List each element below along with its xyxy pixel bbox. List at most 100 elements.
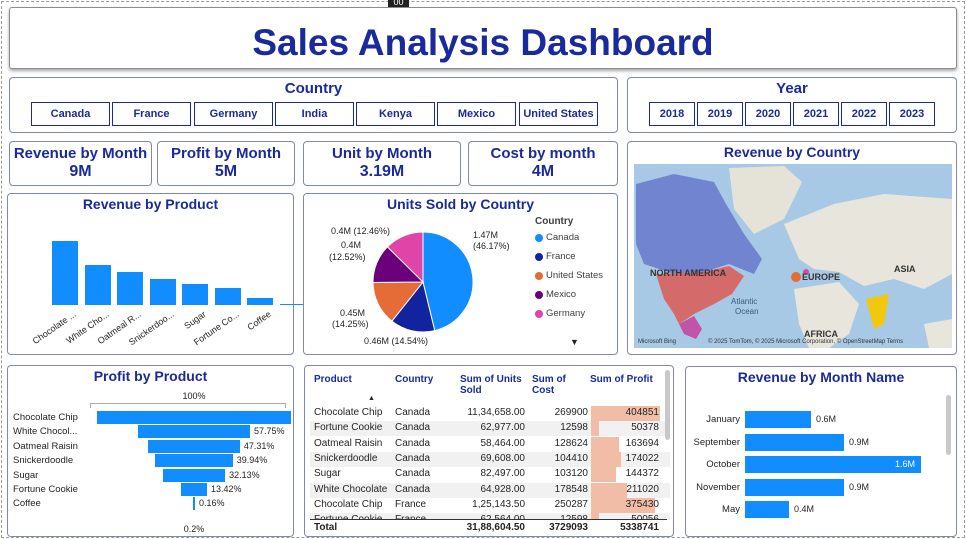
table-row[interactable]: Chocolate Chip Canada 11,34,658.00 269900 40… [310,406,670,421]
pie-data-label: (12.52%) [329,252,366,262]
cell-product: Sugar [314,468,341,480]
pie-data-label: 0.4M (12.46%) [331,226,390,236]
funnel-bar[interactable] [97,411,291,424]
col-header-country[interactable]: Country [395,374,433,385]
funnel-bottom-label: 0.2% [183,524,205,534]
funnel-bar[interactable] [193,497,195,511]
country-chip-germany[interactable]: Germany [194,102,273,126]
revenue-bar[interactable] [182,283,208,305]
country-chip-mexico[interactable]: Mexico [437,102,516,126]
sort-asc-icon[interactable]: ▲ [368,395,375,402]
map-label-asia: ASIA [894,264,916,274]
month-bar[interactable] [745,433,844,451]
funnel-value-label: 13.42% [211,484,242,494]
legend-marker-icon [535,233,543,242]
table-row[interactable]: Chocolate Chip France 1,25,143.50 250287 375… [310,497,670,513]
legend-item[interactable]: France [535,251,576,262]
month-bar[interactable] [745,411,811,428]
map-attribution[interactable]: © 2025 TomTom, © 2025 Microsoft Corporat… [708,338,903,345]
cell-country: Canada [395,468,431,480]
funnel-value-label: 32.13% [229,469,260,480]
funnel-bracket [90,403,286,408]
cell-country: Canada [395,483,431,495]
table-scrollbar[interactable] [665,370,670,440]
month-value-label: 0.4M [794,504,815,515]
funnel-bar[interactable] [155,454,233,468]
col-header-units[interactable]: Sum of Units Sold [460,374,530,396]
cell-cost: 104410 [554,452,588,464]
table-row[interactable]: Oatmeal Raisin Canada 58,464.00 128624 16369… [310,436,670,452]
total-cost: 3729093 [549,522,588,533]
world-map[interactable]: NORTH AMERICA EUROPE ASIA AFRICA Atlanti… [634,164,952,348]
country-chip-united-states[interactable]: United States [519,102,598,126]
map-label-ocean: Ocean [735,307,759,316]
funnel-bar[interactable] [137,425,250,439]
month-chart-scrollbar[interactable] [946,395,951,455]
table-row[interactable]: Snickerdoodle Canada 69,608.00 104410 174022 [310,451,670,467]
month-bar[interactable] [745,501,789,519]
legend-marker-icon [535,309,543,318]
revenue-bar[interactable] [214,287,241,305]
year-chip-2019[interactable]: 2019 [697,102,743,126]
cell-profit: 375430 [625,498,659,510]
funnel-category-label: Coffee [13,498,41,510]
country-slicer: Country Canada France Germany India Keny… [9,77,618,133]
table-row[interactable]: Fortune Cookie Canada 62,977.00 12598 50378 [310,421,670,437]
country-chip-india[interactable]: India [275,102,354,126]
cell-units-sold: 62,977.00 [480,422,526,434]
table-total-row: Total 31,88,604.50 3729093 5338741 [310,521,670,535]
legend-item[interactable]: Germany [535,308,585,319]
map-label-europe: EUROPE [802,272,840,282]
pie-data-label: 1.47M [473,230,498,240]
revenue-bar[interactable] [247,297,273,305]
funnel-category-label: Fortune Cookie [13,484,78,495]
revenue-bar[interactable] [279,304,306,305]
revenue-bar[interactable] [117,271,143,305]
legend-item[interactable]: United States [535,270,603,281]
x-tick-label: Coffee [245,309,273,333]
funnel-bar[interactable] [180,483,207,496]
revenue-bar[interactable] [84,264,111,305]
month-value-label: 0.9M [849,436,870,447]
table-row[interactable]: White Chocolate Canada 64,928.00 178548 2110… [310,482,670,498]
year-chip-2021[interactable]: 2021 [793,102,839,126]
funnel-category-label: White Chocol... [13,426,78,438]
pie-data-label: 0.4M [341,240,361,250]
cell-cost: 128624 [554,437,588,449]
legend-item[interactable]: Canada [535,232,579,243]
country-chip-canada[interactable]: Canada [31,102,110,126]
year-chip-2018[interactable]: 2018 [649,102,695,126]
cell-country: France [395,498,427,510]
year-chip-2020[interactable]: 2020 [745,102,791,126]
dashboard-title-banner: Sales Analysis Dashboard [9,7,957,69]
cell-country: Canada [395,437,431,449]
col-header-product[interactable]: Product [314,374,352,385]
funnel-category-label: Sugar [13,469,39,481]
sales-table: Product Country Sum of Units Sold Sum of… [304,365,674,537]
country-chip-kenya[interactable]: Kenya [356,102,435,126]
cell-profit: 50378 [631,422,659,434]
revenue-bar[interactable] [149,279,176,305]
country-chip-france[interactable]: France [112,102,191,126]
legend-item[interactable]: Mexico [535,289,576,300]
col-header-cost[interactable]: Sum of Cost [532,374,577,396]
legend-scroll-down-icon[interactable]: ▼ [570,337,579,347]
funnel-bar[interactable] [148,439,240,453]
year-chip-2022[interactable]: 2022 [841,102,887,126]
legend-label: Canada [546,232,580,243]
month-bar[interactable] [745,478,844,496]
cell-product: Fortune Cookie [314,422,383,434]
map-label-north-america: NORTH AMERICA [650,268,727,278]
total-label: Total [314,522,338,533]
col-header-profit[interactable]: Sum of Profit [590,374,653,385]
profit-by-product-chart: Profit by Product 100% Chocolate Chip Whit… [7,365,294,537]
funnel-value-label: 57.75% [254,426,285,437]
table-row[interactable]: Sugar Canada 82,497.00 103120 144372 [310,467,670,483]
month-label: May [722,504,740,516]
funnel-bar[interactable] [162,468,226,482]
kpi-value: 5M [214,163,238,180]
year-chip-2023[interactable]: 2023 [889,102,935,126]
page-title: Sales Analysis Dashboard [252,22,714,63]
kpi-value: 3.19M [359,163,405,180]
revenue-bar[interactable] [52,241,78,305]
